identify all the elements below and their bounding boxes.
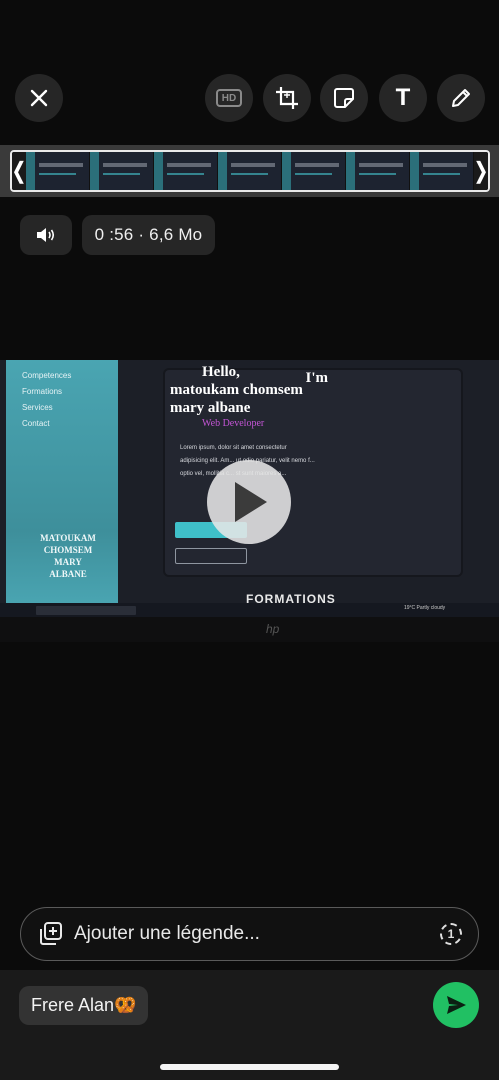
text-tool-button[interactable]: T [379,74,427,122]
video-trim-strip: ❬ ❭ [0,145,499,197]
hero-heading: Hello, I'm matoukam chomsem mary albane [170,364,328,416]
site-nav-item: Formations [22,387,63,396]
site-nav-item: Services [22,403,53,412]
site-nav-item: Contact [22,419,50,428]
taskbar-search [36,606,136,615]
taskbar-status: 19°C Partly cloudy [404,605,446,611]
crop-rotate-icon [276,87,298,109]
timeline-frame [154,152,218,190]
trim-start-handle[interactable]: ❬ [12,152,28,190]
pencil-icon [452,89,470,107]
laptop-bezel [0,617,499,642]
crop-rotate-button[interactable] [263,74,311,122]
timeline-frame [346,152,410,190]
laptop-logo: hp [266,622,280,636]
media-info-badge: 0 :56 · 6,6 Mo [82,215,215,255]
send-button[interactable] [433,982,479,1028]
trim-end-handle[interactable]: ❭ [472,152,488,190]
close-button[interactable] [15,74,63,122]
hero-secondary-button [175,548,247,564]
timeline-frame [218,152,282,190]
add-media-icon[interactable] [38,921,64,947]
timeline-frame [282,152,346,190]
hd-icon: HD [216,89,242,107]
timeline-frames[interactable]: ❬ ❭ [10,150,490,192]
home-indicator[interactable] [160,1064,339,1070]
duration-size-text: 0 :56 · 6,6 Mo [94,225,203,244]
sticker-button[interactable] [320,74,368,122]
timeline-frame [26,152,90,190]
site-nav: Competences Formations Services Contact [22,368,71,432]
caption-field[interactable]: Ajouter une légende... 1 [20,907,479,961]
draw-button[interactable] [437,74,485,122]
close-icon [30,89,48,107]
send-icon [447,996,466,1014]
site-nav-item: Competences [22,371,72,380]
recipient-chip[interactable]: Frere Alan🥨 [19,986,149,1025]
text-icon: T [395,84,411,111]
play-button[interactable] [207,460,291,544]
caption-input[interactable]: Ajouter une légende... [74,923,260,945]
sticker-icon [334,88,354,108]
timeline-frame [90,152,154,190]
timeline-frame [410,152,474,190]
mute-toggle-button[interactable] [20,215,72,255]
hero-role: Web Developer [202,418,265,429]
site-owner-name: MATOUKAM CHOMSEM MARY ALBANE [40,533,96,579]
hd-quality-button[interactable]: HD [205,74,253,122]
recipient-name: Frere Alan🥨 [31,995,137,1015]
play-icon [235,482,267,522]
speaker-icon [37,228,55,242]
view-once-icon[interactable]: 1 [440,923,462,945]
site-sidebar: Competences Formations Services Contact … [6,360,118,605]
